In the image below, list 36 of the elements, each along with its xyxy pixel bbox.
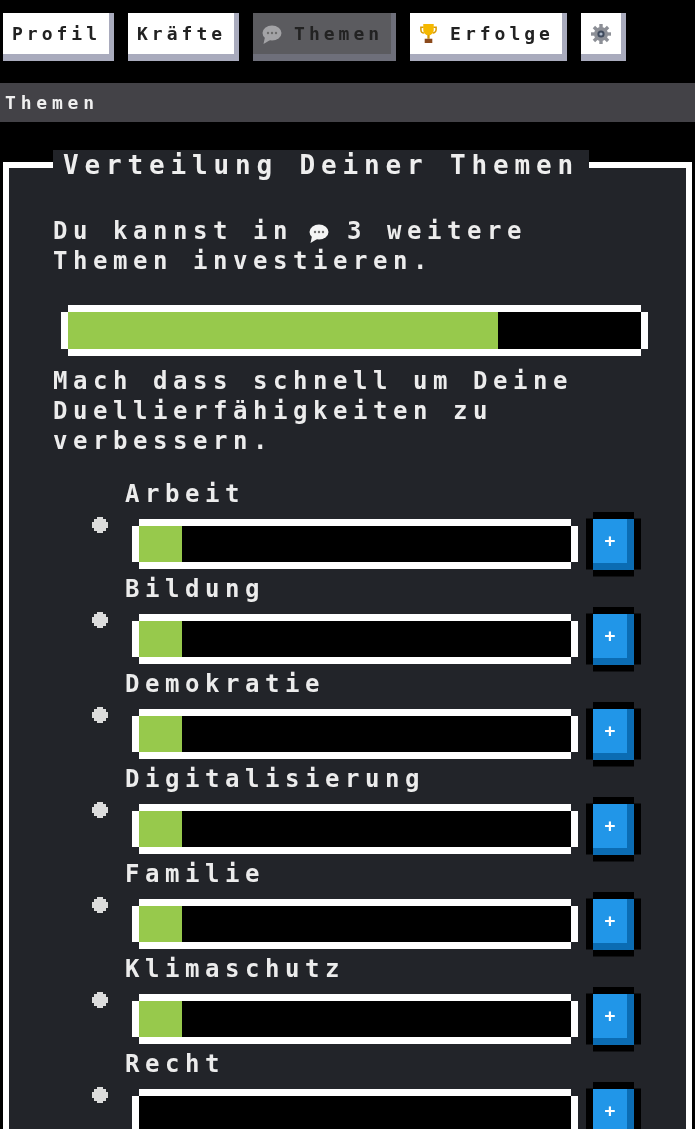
- bullet-icon: [92, 897, 108, 913]
- add-button[interactable]: +: [586, 891, 641, 957]
- trophy-icon: [419, 23, 439, 44]
- speech-bubble-icon: [309, 223, 329, 243]
- points-text: Themen investieren.: [53, 247, 433, 275]
- add-button[interactable]: +: [586, 701, 641, 767]
- settings-tab[interactable]: [580, 13, 626, 61]
- nav-tab[interactable]: Profil: [3, 13, 115, 61]
- bullet-icon: [92, 1087, 108, 1103]
- panel-title: Verteilung Deiner Themen: [53, 150, 590, 180]
- topic-label: Recht: [125, 1049, 225, 1079]
- bullet-icon: [92, 612, 108, 628]
- add-button[interactable]: +: [586, 511, 641, 577]
- topic-label: Demokratie: [125, 669, 325, 699]
- topic-label: Bildung: [125, 574, 265, 604]
- points-text: 3 weitere: [347, 216, 527, 246]
- nav-tab[interactable]: Erfolge: [410, 13, 567, 61]
- bullet-icon: [92, 707, 108, 723]
- bullet-icon: [92, 802, 108, 818]
- topic-label: Klimaschutz: [125, 954, 345, 984]
- add-button[interactable]: +: [586, 1081, 641, 1129]
- nav-tab[interactable]: Kräfte: [128, 13, 240, 61]
- section-title: Themen: [5, 93, 99, 112]
- topic-label: Familie: [125, 859, 265, 889]
- topic-label: Arbeit: [125, 479, 245, 509]
- add-button[interactable]: +: [586, 796, 641, 862]
- bullet-icon: [92, 992, 108, 1008]
- bullet-icon: [92, 517, 108, 533]
- add-button[interactable]: +: [586, 986, 641, 1052]
- topic-label: Digitalisierung: [125, 764, 425, 794]
- points-text: Du kannst in: [53, 216, 293, 246]
- settings-icon: [590, 23, 611, 44]
- hint-text: Mach dass schnell um Deine Duellierfähigkeiten zu verbessern.: [53, 366, 574, 456]
- speech-bubble-icon: [262, 23, 283, 44]
- add-button[interactable]: +: [586, 606, 641, 672]
- nav-tab[interactable]: Themen: [253, 13, 397, 61]
